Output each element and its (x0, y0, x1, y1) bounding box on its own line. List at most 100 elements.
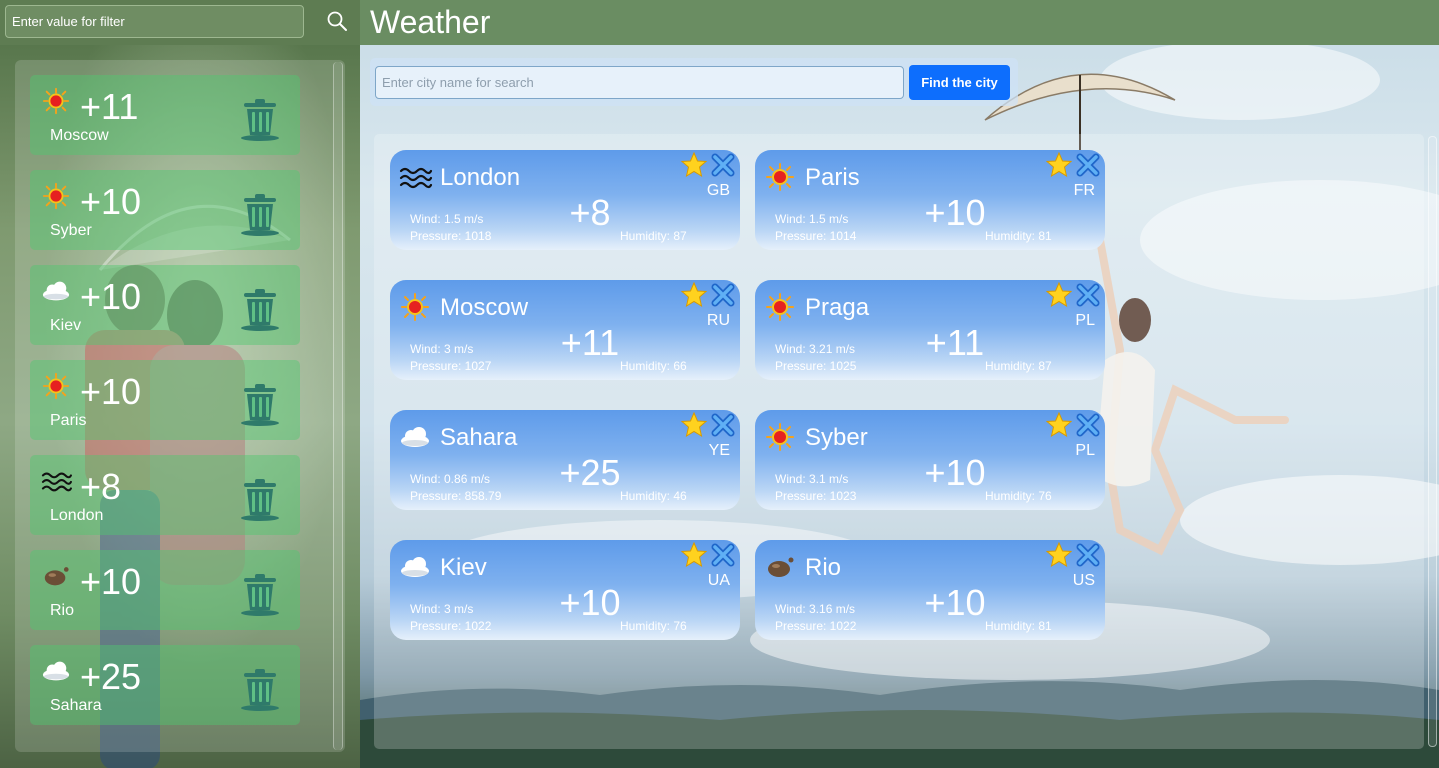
weather-card[interactable]: Moscow RU +11 Wind: 3 m/s Pressure: 1027… (390, 280, 740, 380)
card-pressure: Pressure: 1022 (410, 619, 492, 633)
card-city: Kiev (440, 554, 487, 581)
page-title: Weather (370, 4, 491, 40)
card-wind: Wind: 1.5 m/s (410, 212, 484, 226)
star-icon[interactable] (1046, 282, 1072, 308)
trash-icon[interactable] (240, 667, 280, 711)
close-icon[interactable] (1075, 542, 1101, 568)
sun-icon (42, 182, 70, 210)
sun-icon (766, 163, 794, 191)
favorite-card[interactable]: +10 Syber (30, 170, 300, 250)
trash-icon[interactable] (240, 477, 280, 521)
close-icon[interactable] (710, 282, 736, 308)
star-icon[interactable] (681, 542, 707, 568)
close-icon[interactable] (1075, 282, 1101, 308)
card-country: US (1072, 572, 1095, 589)
search-bar: Find the city (370, 58, 1018, 106)
card-city: Sahara (440, 424, 518, 451)
card-country: PL (1075, 312, 1095, 329)
star-icon[interactable] (1046, 152, 1072, 178)
weather-card[interactable]: Sahara YE +25 Wind: 0.86 m/s Pressure: 8… (390, 410, 740, 510)
trash-icon[interactable] (240, 572, 280, 616)
close-icon[interactable] (710, 412, 736, 438)
favorite-temp: +10 (80, 371, 142, 412)
favorites-scrollbar[interactable] (333, 62, 343, 750)
favorite-temp: +11 (80, 86, 139, 127)
favorite-city: Moscow (50, 127, 109, 144)
cloud-icon (42, 281, 70, 301)
cloud-icon (401, 557, 429, 577)
star-icon[interactable] (681, 412, 707, 438)
favorite-card[interactable]: +8 London (30, 455, 300, 535)
cloud-icon (401, 427, 429, 447)
trash-icon[interactable] (240, 287, 280, 331)
card-city: Moscow (440, 294, 529, 321)
card-pressure: Pressure: 1018 (410, 229, 492, 243)
favorite-card[interactable]: +10 Paris (30, 360, 300, 440)
card-city: Syber (805, 424, 868, 451)
close-icon[interactable] (710, 152, 736, 178)
card-wind: Wind: 3.1 m/s (775, 472, 849, 486)
favorite-card[interactable]: +10 Kiev (30, 265, 300, 345)
card-humidity: Humidity: 81 (985, 619, 1052, 633)
favorite-card[interactable]: +10 Rio (30, 550, 300, 630)
card-city: Rio (805, 554, 842, 581)
card-wind: Wind: 3 m/s (410, 602, 474, 616)
card-country: YE (708, 442, 730, 459)
card-pressure: Pressure: 858.79 (410, 489, 502, 503)
card-temp: +10 (924, 452, 986, 493)
favorite-city: Kiev (50, 317, 82, 334)
card-pressure: Pressure: 1022 (775, 619, 857, 633)
rain-drop-icon (44, 567, 69, 586)
card-temp: +10 (924, 192, 986, 233)
close-icon[interactable] (710, 542, 736, 568)
filter-input[interactable] (5, 5, 304, 38)
card-wind: Wind: 3.21 m/s (775, 342, 856, 356)
weather-card[interactable]: Kiev UA +10 Wind: 3 m/s Pressure: 1022 H… (390, 540, 740, 640)
card-temp: +11 (925, 322, 985, 363)
favorite-card[interactable]: +25 Sahara (30, 645, 300, 725)
card-wind: Wind: 3 m/s (410, 342, 474, 356)
main-area: Weather Find the city London GB +8 Wind:… (360, 0, 1439, 768)
card-temp: +10 (924, 582, 986, 623)
favorites-sidebar: +11 Moscow +10 Syber +10 Kiev +10 Paris … (0, 0, 360, 768)
card-temp: +10 (559, 582, 621, 623)
close-icon[interactable] (1075, 152, 1101, 178)
card-wind: Wind: 0.86 m/s (410, 472, 491, 486)
favorite-city: Syber (50, 222, 92, 239)
favorite-card[interactable]: +11 Moscow (30, 75, 300, 155)
filter-bar (0, 0, 360, 45)
find-city-button[interactable]: Find the city (909, 65, 1010, 100)
card-pressure: Pressure: 1025 (775, 359, 857, 373)
star-icon[interactable] (681, 282, 707, 308)
card-wind: Wind: 3.16 m/s (775, 602, 856, 616)
sun-icon (42, 87, 70, 115)
card-country: PL (1075, 442, 1095, 459)
weather-card[interactable]: Rio US +10 Wind: 3.16 m/s Pressure: 1022… (755, 540, 1105, 640)
weather-card[interactable]: Syber PL +10 Wind: 3.1 m/s Pressure: 102… (755, 410, 1105, 510)
sun-icon (766, 293, 794, 321)
trash-icon[interactable] (240, 382, 280, 426)
favorite-city: Rio (50, 602, 75, 619)
sun-icon (766, 423, 794, 451)
search-icon[interactable] (326, 10, 348, 32)
favorite-temp: +10 (80, 276, 142, 317)
star-icon[interactable] (1046, 412, 1072, 438)
trash-icon[interactable] (240, 192, 280, 236)
weather-card[interactable]: Praga PL +11 Wind: 3.21 m/s Pressure: 10… (755, 280, 1105, 380)
trash-icon[interactable] (240, 97, 280, 141)
main-scrollbar[interactable] (1428, 136, 1437, 747)
weather-card[interactable]: London GB +8 Wind: 1.5 m/s Pressure: 101… (390, 150, 740, 250)
star-icon[interactable] (681, 152, 707, 178)
card-humidity: Humidity: 46 (620, 489, 687, 503)
card-country: FR (1073, 182, 1095, 199)
close-icon[interactable] (1075, 412, 1101, 438)
favorite-city: London (50, 507, 104, 524)
city-search-input[interactable] (375, 66, 904, 99)
star-icon[interactable] (1046, 542, 1072, 568)
card-country: UA (707, 572, 730, 589)
card-wind: Wind: 1.5 m/s (775, 212, 849, 226)
card-humidity: Humidity: 76 (620, 619, 687, 633)
weather-card[interactable]: Paris FR +10 Wind: 1.5 m/s Pressure: 101… (755, 150, 1105, 250)
favorite-temp: +10 (80, 181, 142, 222)
card-pressure: Pressure: 1027 (410, 359, 492, 373)
